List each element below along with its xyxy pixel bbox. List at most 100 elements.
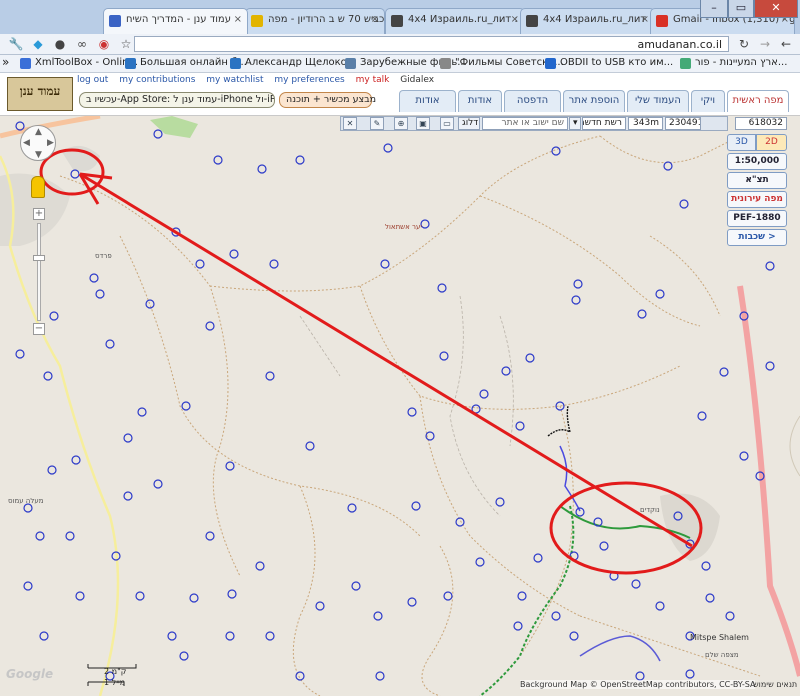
map-attribution[interactable]: Background Map © OpenStreetMap contribut… — [520, 680, 756, 689]
logout-link[interactable]: log out — [77, 75, 108, 85]
datum-button[interactable]: PEF-1880 — [727, 210, 787, 227]
poi-marker[interactable] — [635, 671, 645, 681]
bookmark-star-icon[interactable]: ☆ — [118, 36, 134, 52]
address-bar[interactable]: amudanan.co.il — [134, 36, 729, 52]
poi-marker[interactable] — [269, 259, 279, 269]
bookmark-item[interactable]: ארץ המעיינות - פור... — [680, 57, 787, 69]
poi-marker[interactable] — [153, 129, 163, 139]
extension-icon[interactable]: ∞ — [74, 36, 90, 52]
site-logo[interactable]: עמוד ענן — [7, 77, 73, 111]
poi-marker[interactable] — [420, 219, 430, 229]
poi-marker[interactable] — [631, 579, 641, 589]
poi-marker[interactable] — [701, 561, 711, 571]
poi-marker[interactable] — [75, 591, 85, 601]
poi-marker[interactable] — [533, 553, 543, 563]
tab-about-software[interactable]: אודות התוכנה — [399, 90, 456, 126]
poi-marker[interactable] — [765, 261, 775, 271]
poi-marker[interactable] — [551, 146, 561, 156]
poi-marker[interactable] — [551, 611, 561, 621]
search-input[interactable]: שם ישוב או אתר — [482, 117, 568, 130]
my-contributions-link[interactable]: my contributions — [119, 75, 195, 85]
poi-marker[interactable] — [439, 351, 449, 361]
reload-icon[interactable]: ↻ — [736, 36, 752, 52]
poi-marker[interactable] — [213, 155, 223, 165]
layers-button[interactable]: שכבות > — [727, 229, 787, 246]
poi-marker[interactable] — [181, 401, 191, 411]
poi-marker[interactable] — [685, 669, 695, 679]
forward-icon[interactable]: → — [757, 36, 773, 52]
pan-down-icon[interactable]: ▼ — [35, 150, 42, 160]
user-name-link[interactable]: Gidalex — [400, 75, 434, 85]
poi-marker[interactable] — [655, 601, 665, 611]
poi-marker[interactable] — [205, 531, 215, 541]
tab-4x4-reply[interactable]: 4x4 Израиль.ru_лит : Отв × — [385, 8, 525, 34]
poi-marker[interactable] — [725, 611, 735, 621]
poi-marker[interactable] — [719, 367, 729, 377]
poi-marker[interactable] — [205, 321, 215, 331]
tab-add-site[interactable]: הוספת אתר — [563, 90, 625, 112]
back-icon[interactable]: ← — [778, 36, 794, 52]
poi-marker[interactable] — [23, 581, 33, 591]
poi-marker[interactable] — [599, 541, 609, 551]
folder-icon[interactable]: ▭ — [440, 117, 454, 130]
poi-marker[interactable] — [137, 407, 147, 417]
tab-main-map[interactable]: מפה ראשית — [727, 90, 789, 112]
pan-right-icon[interactable]: ▶ — [47, 138, 54, 148]
view-3d-button[interactable]: 3D — [727, 134, 756, 151]
tab-wiki[interactable]: ויקי — [691, 90, 725, 112]
pin-icon[interactable]: ⊕ — [394, 117, 408, 130]
poi-marker[interactable] — [380, 259, 390, 269]
poi-marker[interactable] — [295, 671, 305, 681]
tab-about[interactable]: אודות — [458, 90, 502, 112]
poi-marker[interactable] — [515, 421, 525, 431]
poi-marker[interactable] — [573, 279, 583, 289]
poi-marker[interactable] — [71, 455, 81, 465]
view-2d-button[interactable]: 2D — [756, 134, 787, 151]
poi-marker[interactable] — [571, 295, 581, 305]
poi-marker[interactable] — [663, 161, 673, 171]
google-logo[interactable]: Google — [6, 667, 53, 681]
poi-marker[interactable] — [179, 651, 189, 661]
poi-marker[interactable] — [501, 366, 511, 376]
poi-marker[interactable] — [229, 249, 239, 259]
aerial-photo-button[interactable]: תצ"א — [727, 172, 787, 189]
poi-marker[interactable] — [153, 479, 163, 489]
tab-4x4[interactable]: 4x4 Израиль.ru_лит × — [520, 8, 655, 34]
zoom-out-button[interactable]: − — [33, 323, 45, 335]
poi-marker[interactable] — [295, 155, 305, 165]
poi-marker[interactable] — [455, 517, 465, 527]
my-talk-link[interactable]: my talk — [356, 75, 390, 85]
poi-marker[interactable] — [739, 451, 749, 461]
wrench-icon[interactable]: 🔧 — [8, 36, 24, 52]
poi-marker[interactable] — [105, 339, 115, 349]
zoom-slider-track[interactable] — [37, 223, 41, 321]
terms-link[interactable]: תנאים שימוש — [753, 680, 797, 689]
close-icon[interactable]: × — [371, 14, 379, 25]
poi-marker[interactable] — [697, 411, 707, 421]
poi-marker[interactable] — [305, 441, 315, 451]
poi-marker[interactable] — [39, 631, 49, 641]
poi-marker[interactable] — [123, 491, 133, 501]
bookmark-item[interactable]: Александр Щелоков — [230, 57, 353, 69]
go-button[interactable]: דלוג — [458, 117, 480, 130]
poi-marker[interactable] — [517, 591, 527, 601]
poi-marker[interactable] — [475, 557, 485, 567]
poi-marker[interactable] — [95, 289, 105, 299]
close-icon[interactable]: × — [641, 14, 649, 25]
poi-marker[interactable] — [65, 531, 75, 541]
my-watchlist-link[interactable]: my watchlist — [206, 75, 263, 85]
layer-select[interactable]: רשת חדשה — [582, 117, 626, 130]
poi-marker[interactable] — [70, 169, 80, 179]
poi-marker[interactable] — [15, 349, 25, 359]
poi-marker[interactable] — [167, 631, 177, 641]
poi-marker[interactable] — [47, 465, 57, 475]
poi-marker[interactable] — [189, 593, 199, 603]
poi-marker[interactable] — [35, 531, 45, 541]
poi-marker[interactable] — [315, 601, 325, 611]
poi-marker[interactable] — [575, 507, 585, 517]
pencil-icon[interactable]: ✎ — [370, 117, 384, 130]
chevron-down-icon[interactable]: ▾ — [569, 117, 581, 130]
poi-marker[interactable] — [265, 631, 275, 641]
close-window-button[interactable]: ✕ — [754, 0, 798, 18]
tab-amudanan[interactable]: עמוד ענן - המדריך השיח × — [103, 8, 248, 34]
